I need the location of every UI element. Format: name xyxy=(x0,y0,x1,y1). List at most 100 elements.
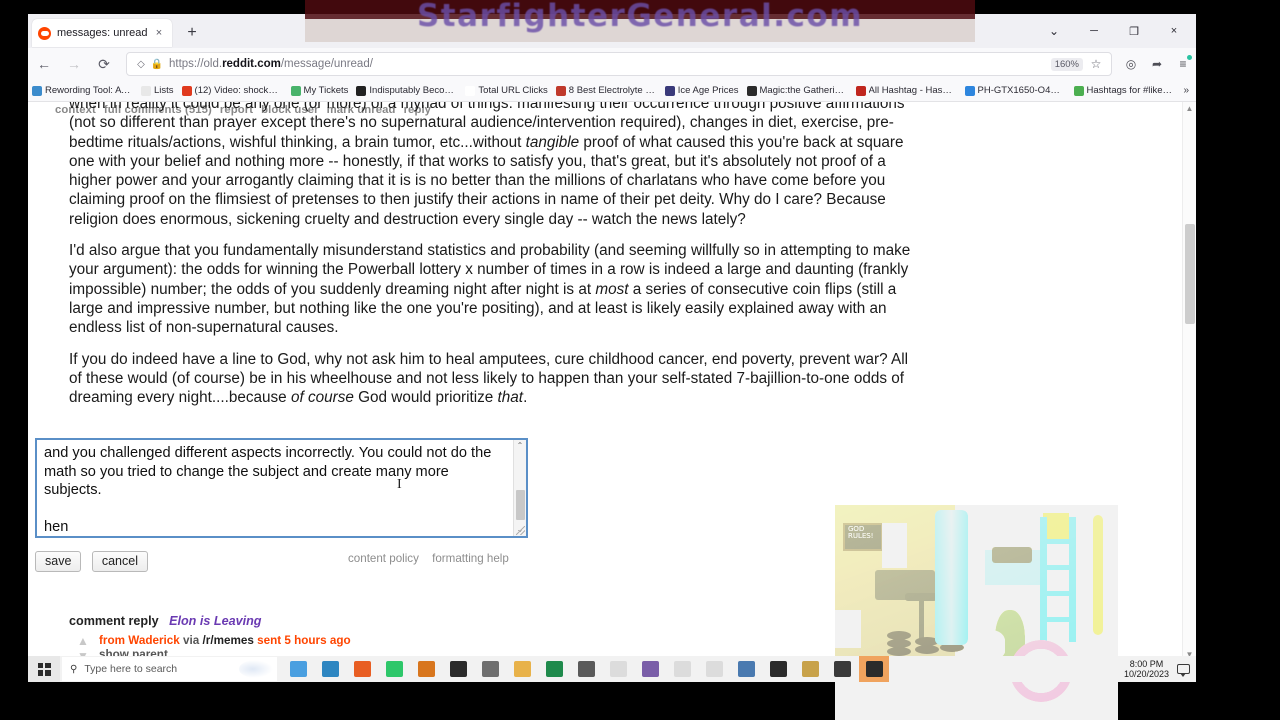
screen-capture: messages: unread × + ⌄ ─ ❐ × ← → ⟳ ◇ 🔒 h… xyxy=(0,0,1280,720)
formatting-help-link[interactable]: formatting help xyxy=(432,552,509,565)
settings-icon[interactable] xyxy=(475,656,505,682)
bookmark-favicon-icon xyxy=(555,85,566,96)
bookmark-label: Rewording Tool: A Fre... xyxy=(45,85,133,96)
task-view-icon[interactable] xyxy=(283,656,313,682)
taskbar-icon-row xyxy=(283,656,889,682)
post-paragraph-1: when in reality it could be any one (or … xyxy=(69,102,905,228)
cancel-button[interactable]: cancel xyxy=(91,551,148,572)
back-icon[interactable]: ← xyxy=(30,50,58,78)
obs-icon[interactable] xyxy=(859,656,889,682)
firefox-icon[interactable] xyxy=(347,656,377,682)
paint-icon[interactable] xyxy=(571,656,601,682)
bookmark-item[interactable]: 8 Best Electrolyte Pow... xyxy=(552,82,661,100)
bookmark-favicon-icon xyxy=(855,85,866,96)
photo-editor-icon[interactable] xyxy=(635,656,665,682)
page-scrollbar-thumb[interactable] xyxy=(1185,224,1195,324)
calculator-icon[interactable] xyxy=(763,656,793,682)
taskbar-search-input[interactable]: ⚲ Type here to search xyxy=(62,657,277,681)
browser-icon[interactable] xyxy=(827,656,857,682)
bookmark-item[interactable]: My Tickets xyxy=(287,82,353,100)
save-button[interactable]: save xyxy=(35,551,82,572)
new-tab-button[interactable]: + xyxy=(182,23,202,43)
file-explorer-icon[interactable] xyxy=(507,656,537,682)
document-icon-2[interactable] xyxy=(667,656,697,682)
address-bar[interactable]: ◇ 🔒 https://old.reddit.com/message/unrea… xyxy=(126,52,1112,76)
clock-date: 10/20/2023 xyxy=(1123,669,1169,679)
bookmark-item[interactable]: Lists xyxy=(137,82,178,100)
bookmarks-bar: Rewording Tool: A Fre... Lists (12) Video:… xyxy=(28,80,1196,102)
bookmark-item[interactable]: Hashtags for #likes on... xyxy=(1070,82,1179,100)
forward-icon[interactable]: → xyxy=(60,50,88,78)
upvote-icon[interactable]: ▲ xyxy=(75,635,91,647)
page-scrollbar[interactable]: ▲ ▼ xyxy=(1182,102,1196,662)
bookmark-item[interactable]: Ice Age Prices xyxy=(661,82,743,100)
media-player-icon[interactable] xyxy=(411,656,441,682)
lock-icon: 🔒 xyxy=(150,58,164,70)
bookmark-item[interactable]: (12) Video: shock_wav... xyxy=(178,82,287,100)
bookmark-item[interactable]: All Hashtag - Hashtag ... xyxy=(852,82,961,100)
textarea-scrollbar[interactable]: ⌃ ⌄ xyxy=(513,440,526,536)
tab-list-chevron-icon[interactable]: ⌄ xyxy=(1036,16,1072,46)
post-paragraph-3: If you do indeed have a line to God, why… xyxy=(69,350,908,407)
bookmark-label: My Tickets xyxy=(303,85,349,96)
close-window-button[interactable]: × xyxy=(1156,16,1192,46)
tools-icon[interactable] xyxy=(795,656,825,682)
bookmark-favicon-icon xyxy=(964,85,975,96)
close-tab-icon[interactable]: × xyxy=(152,26,166,40)
comment-reply-subject-link[interactable]: Elon is Leaving xyxy=(169,614,261,628)
browser-tab[interactable]: messages: unread × xyxy=(32,19,172,47)
bookmark-favicon-icon xyxy=(141,85,151,96)
bookmark-item[interactable]: Magic:the Gathering C... xyxy=(743,82,852,100)
app-menu-icon[interactable]: ≡ xyxy=(1170,51,1196,77)
bookmark-label: Lists xyxy=(154,85,174,96)
cash-app-icon[interactable] xyxy=(379,656,409,682)
bookmark-favicon-icon xyxy=(465,85,476,96)
bookmark-label: 8 Best Electrolyte Pow... xyxy=(568,85,657,96)
clock-time: 8:00 PM xyxy=(1129,658,1164,669)
document-icon-3[interactable] xyxy=(699,656,729,682)
document-icon[interactable] xyxy=(603,656,633,682)
reply-textarea[interactable]: and you challenged different aspects inc… xyxy=(35,438,528,538)
message-content: when in reality it could be any one (or … xyxy=(69,102,914,419)
cortana-blob-icon xyxy=(239,660,273,678)
terminal-icon[interactable] xyxy=(443,656,473,682)
bookmark-star-icon[interactable]: ☆ xyxy=(1087,57,1105,71)
bookmark-label: Indisputably Becomin... xyxy=(369,85,457,96)
windows-taskbar: ⚲ Type here to search 8:00 PM 10/20/2023 xyxy=(28,656,1196,682)
bookmark-item[interactable]: Total URL Clicks xyxy=(461,82,551,100)
comment-reply-meta: from Waderick via /r/memes sent 5 hours … xyxy=(99,634,351,647)
zoom-level-badge[interactable]: 160% xyxy=(1050,57,1083,71)
shield-icon: ◇ xyxy=(137,58,145,70)
bookmark-item[interactable]: Indisputably Becomin... xyxy=(352,82,461,100)
webcam-overexposure-wash xyxy=(835,505,1118,720)
mail-icon[interactable] xyxy=(315,656,345,682)
pocket-icon[interactable]: ◎ xyxy=(1118,51,1144,77)
bookmark-label: Total URL Clicks xyxy=(478,85,548,96)
textarea-scrollbar-thumb[interactable] xyxy=(516,490,525,520)
bookmark-item[interactable]: PH-GTX1650-O4G | Gr... xyxy=(961,82,1070,100)
text-cursor-icon: I xyxy=(397,478,402,493)
excel-icon[interactable] xyxy=(539,656,569,682)
start-button[interactable] xyxy=(28,656,60,682)
other-bookmarks-folder[interactable]: Other Bookmarks xyxy=(1194,85,1196,96)
maximize-button[interactable]: ❐ xyxy=(1116,16,1152,46)
author-link[interactable]: Waderick xyxy=(128,634,180,647)
bookmarks-overflow-icon[interactable]: » xyxy=(1179,85,1195,96)
textarea-scroll-up-icon[interactable]: ⌃ xyxy=(514,440,526,452)
system-tray: 8:00 PM 10/20/2023 xyxy=(1124,656,1190,682)
taskbar-clock[interactable]: 8:00 PM 10/20/2023 xyxy=(1124,659,1169,680)
bookmark-item[interactable]: Rewording Tool: A Fre... xyxy=(28,82,137,100)
minimize-button[interactable]: ─ xyxy=(1076,16,1112,46)
notification-icon[interactable] xyxy=(1177,664,1190,677)
comment-reply-label: comment reply xyxy=(69,614,159,628)
save-to-pocket-icon[interactable]: ➦ xyxy=(1144,51,1170,77)
security-icon[interactable] xyxy=(731,656,761,682)
subreddit-link[interactable]: /r/memes xyxy=(203,634,254,647)
textarea-resize-grip[interactable] xyxy=(516,526,525,535)
windows-logo-icon xyxy=(37,662,51,676)
scroll-up-icon[interactable]: ▲ xyxy=(1183,102,1196,116)
content-policy-link[interactable]: content policy xyxy=(348,552,419,565)
form-footer-links: content policy formatting help xyxy=(348,552,519,565)
reload-icon[interactable]: ⟳ xyxy=(90,50,118,78)
bookmark-label: Ice Age Prices xyxy=(677,85,739,96)
